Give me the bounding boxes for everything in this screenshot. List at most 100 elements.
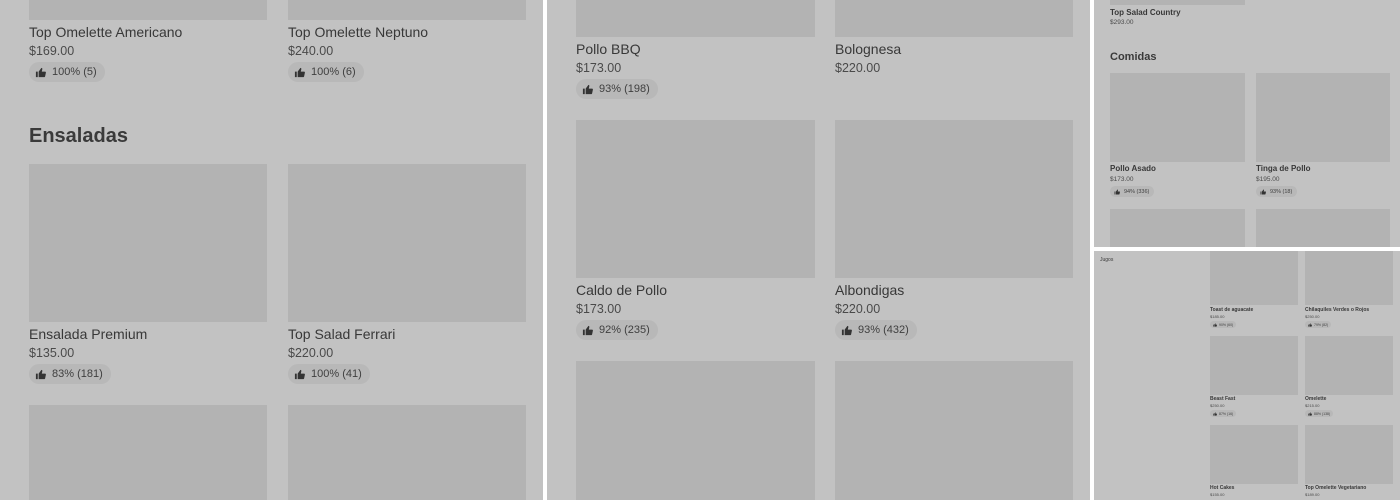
item-image[interactable] [1110, 73, 1245, 162]
item-image[interactable] [576, 120, 815, 278]
item-image[interactable] [1305, 425, 1393, 484]
thumbs-up-icon [35, 369, 46, 380]
thumbs-up-icon [582, 325, 593, 336]
rating-text: 79% (82) [1314, 322, 1329, 327]
item-image[interactable] [1256, 73, 1390, 162]
thumbs-up-icon [582, 84, 593, 95]
thumbs-up-icon [294, 369, 305, 380]
section-title: Comidas [1110, 51, 1157, 63]
item-image[interactable] [835, 120, 1073, 278]
rating-badge: 83% (181) [29, 364, 111, 384]
thumbs-up-icon [1213, 322, 1217, 327]
item-price: $195.00 [1256, 176, 1280, 183]
rating-badge: 94% (336) [1110, 186, 1155, 197]
thumbs-up-icon [1260, 189, 1266, 195]
item-name[interactable]: Bolognesa [835, 41, 901, 57]
item-image[interactable] [835, 361, 1073, 500]
item-price: $155.00 [1210, 492, 1225, 497]
item-image[interactable] [288, 405, 526, 500]
menu-panel-desayunos: Jugos Toast de aguacate $185.00 90% (60)… [1094, 251, 1400, 500]
rating-badge: 100% (41) [288, 364, 370, 384]
rating-text: 90% (60) [1219, 322, 1234, 327]
menu-panel-comidas: Top Salad Country $293.00 Comidas Pollo … [1094, 0, 1400, 247]
item-price: $173.00 [1110, 176, 1134, 183]
item-price: $240.00 [288, 44, 334, 58]
item-name[interactable]: Omelette [1305, 396, 1326, 402]
item-name[interactable]: Toast de aguacate [1210, 307, 1253, 313]
rating-badge: 92% (235) [576, 320, 658, 340]
item-image[interactable] [29, 405, 267, 500]
thumbs-up-icon [1308, 411, 1312, 416]
item-image[interactable] [288, 164, 526, 322]
rating-text: 83% (181) [52, 368, 103, 380]
rating-text: 93% (198) [599, 83, 650, 95]
rating-text: 94% (336) [1124, 188, 1150, 195]
item-image[interactable] [576, 0, 815, 37]
item-name[interactable]: Beast Fast [1210, 396, 1235, 402]
item-name[interactable]: Top Salad Ferrari [288, 326, 395, 342]
item-image[interactable] [29, 0, 267, 20]
thumbs-up-icon [35, 67, 46, 78]
item-name[interactable]: Tinga de Pollo [1256, 164, 1311, 173]
category-label[interactable]: Jugos [1100, 257, 1113, 263]
item-image[interactable] [1210, 336, 1298, 395]
item-name[interactable]: Pollo Asado [1110, 164, 1156, 173]
item-price: $135.00 [29, 346, 75, 360]
item-image[interactable] [1305, 336, 1393, 395]
item-image[interactable] [288, 0, 526, 20]
item-image[interactable] [1110, 0, 1245, 5]
thumbs-up-icon [1114, 189, 1120, 195]
item-price: $185.00 [1210, 314, 1225, 319]
item-price: $189.00 [1305, 492, 1320, 497]
rating-text: 93% (18) [1270, 188, 1293, 195]
item-image[interactable] [1256, 209, 1390, 247]
rating-text: 93% (432) [858, 324, 909, 336]
thumbs-up-icon [1213, 411, 1217, 416]
menu-panel-main-dishes: Pollo BBQ $173.00 93% (198) Bolognesa $2… [547, 0, 1090, 500]
rating-badge: 93% (18) [1256, 186, 1298, 197]
item-image[interactable] [835, 0, 1073, 37]
menu-panel-breakfast-salads: Top Omelette Americano $169.00 100% (5) … [0, 0, 543, 500]
item-price: $293.00 [1110, 19, 1134, 26]
item-price: $220.00 [835, 61, 881, 75]
rating-badge: 100% (6) [288, 62, 364, 82]
item-image[interactable] [29, 164, 267, 322]
item-name[interactable]: Top Omelette Vegetariano [1305, 485, 1366, 491]
item-name[interactable]: Ensalada Premium [29, 326, 147, 342]
item-price: $215.00 [1305, 403, 1320, 408]
rating-text: 100% (41) [311, 368, 362, 380]
item-image[interactable] [1305, 251, 1393, 305]
item-price: $250.00 [1305, 314, 1320, 319]
item-name[interactable]: Top Salad Country [1110, 8, 1181, 17]
item-name[interactable]: Caldo de Pollo [576, 282, 667, 298]
item-image[interactable] [1210, 251, 1298, 305]
thumbs-up-icon [1308, 322, 1312, 327]
rating-badge: 93% (432) [835, 320, 917, 340]
item-name[interactable]: Chilaquiles Verdes o Rojos [1305, 307, 1369, 313]
item-price: $220.00 [288, 346, 334, 360]
rating-badge: 90% (60) [1210, 321, 1237, 328]
item-price: $173.00 [576, 302, 622, 316]
rating-text: 100% (5) [52, 66, 97, 78]
rating-badge: 93% (198) [576, 79, 658, 99]
item-name[interactable]: Top Omelette Neptuno [288, 24, 428, 40]
item-image[interactable] [1210, 425, 1298, 484]
item-name[interactable]: Hot Cakes [1210, 485, 1234, 491]
item-image[interactable] [1110, 209, 1245, 247]
rating-badge: 87% (16) [1210, 410, 1237, 417]
item-name[interactable]: Top Omelette Americano [29, 24, 182, 40]
rating-badge: 100% (5) [29, 62, 105, 82]
item-price: $169.00 [29, 44, 75, 58]
item-price: $250.00 [1210, 403, 1225, 408]
rating-text: 100% (6) [311, 66, 356, 78]
item-name[interactable]: Albondigas [835, 282, 904, 298]
rating-text: 92% (235) [599, 324, 650, 336]
item-image[interactable] [576, 361, 815, 500]
rating-text: 87% (16) [1219, 411, 1234, 416]
item-price: $173.00 [576, 61, 622, 75]
rating-badge: 88% (138) [1305, 410, 1334, 417]
thumbs-up-icon [841, 325, 852, 336]
rating-text: 88% (138) [1314, 411, 1331, 416]
item-name[interactable]: Pollo BBQ [576, 41, 641, 57]
thumbs-up-icon [294, 67, 305, 78]
